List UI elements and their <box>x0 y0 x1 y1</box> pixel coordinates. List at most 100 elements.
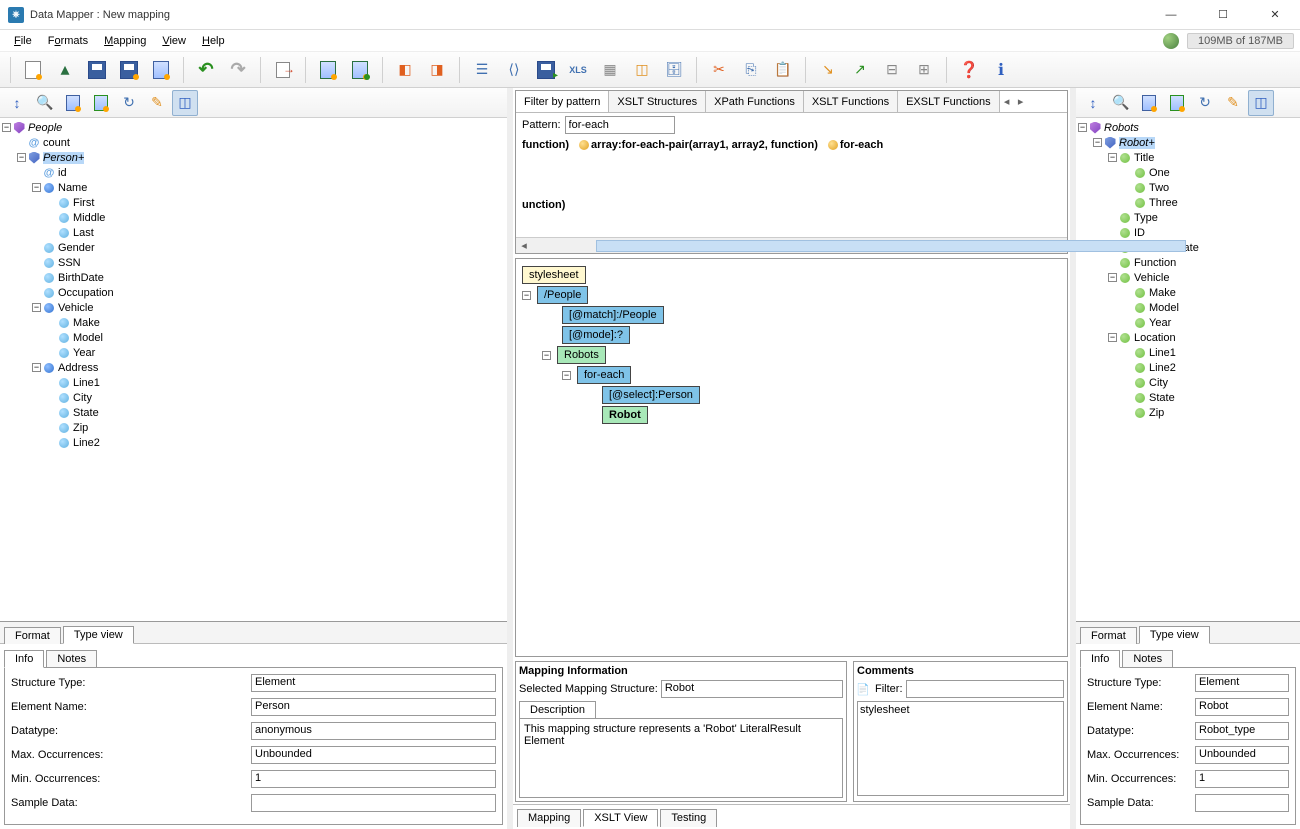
tab-filter-pattern[interactable]: Filter by pattern <box>516 91 609 112</box>
map-people[interactable]: /People <box>537 286 588 304</box>
map-foreach[interactable]: for-each <box>577 366 631 384</box>
new-doc-button[interactable] <box>19 56 47 84</box>
help-button[interactable]: ❓ <box>955 56 983 84</box>
tree-person[interactable]: Person+ <box>43 152 84 164</box>
link2-button[interactable]: ↗ <box>846 56 874 84</box>
target-bottom-tabs: Format Type view <box>1076 621 1300 643</box>
src-edit-button[interactable]: ✎ <box>144 90 170 116</box>
tab-xslt-structures[interactable]: XSLT Structures <box>609 91 706 112</box>
src-doc-button[interactable] <box>60 90 86 116</box>
save-run-button[interactable]: ▸ <box>532 56 560 84</box>
cut-button[interactable]: ✂ <box>705 56 733 84</box>
src-refresh-button[interactable]: ↻ <box>116 90 142 116</box>
map-stylesheet[interactable]: stylesheet <box>522 266 586 284</box>
expand-button[interactable]: ⊞ <box>910 56 938 84</box>
filter-tabs: Filter by pattern XSLT Structures XPath … <box>516 91 1067 113</box>
map-robots[interactable]: Robots <box>557 346 606 364</box>
tab-xslt-functions[interactable]: XSLT Functions <box>804 91 898 112</box>
grid-button[interactable]: ▦ <box>596 56 624 84</box>
tab-info[interactable]: Info <box>4 650 44 668</box>
redo-button[interactable]: ↷ <box>224 56 252 84</box>
link1-button[interactable]: ↘ <box>814 56 842 84</box>
tab-description[interactable]: Description <box>519 701 596 718</box>
minimize-button[interactable]: — <box>1154 4 1188 26</box>
source-panel: ↕ 🔍 ↻ ✎ ◫ −People @count −Person+ @id −N… <box>0 88 513 829</box>
database-button[interactable]: 🗄 <box>660 56 688 84</box>
src-doc2-button[interactable] <box>88 90 114 116</box>
doc-action2-button[interactable] <box>346 56 374 84</box>
h-scrollbar[interactable]: ◂ ▸ <box>516 237 1067 253</box>
save-all-button[interactable] <box>147 56 175 84</box>
collapse-button[interactable]: ⊟ <box>878 56 906 84</box>
open-button[interactable]: ▴ <box>51 56 79 84</box>
tab-notes[interactable]: Notes <box>1122 650 1173 668</box>
menu-formats[interactable]: Formats <box>40 33 96 49</box>
comments-panel: Comments 📄Filter: stylesheet <box>853 661 1068 802</box>
func-item[interactable]: array:for-each-pair(array1, array2, func… <box>579 139 818 151</box>
menu-bar: File Formats Mapping View Help 109MB of … <box>0 30 1300 52</box>
tgt-doc2-button[interactable] <box>1164 90 1190 116</box>
tgt-expand-button[interactable]: ↕ <box>1080 90 1106 116</box>
save-button[interactable] <box>83 56 111 84</box>
menu-file[interactable]: File <box>6 33 40 49</box>
save-as-button[interactable] <box>115 56 143 84</box>
map-mode[interactable]: [@mode]:? <box>562 326 630 344</box>
map-match[interactable]: [@match]:/People <box>562 306 664 324</box>
tgt-refresh-button[interactable]: ↻ <box>1192 90 1218 116</box>
menu-help[interactable]: Help <box>194 33 233 49</box>
map-select[interactable]: [@select]:Person <box>602 386 700 404</box>
copy-button[interactable]: ⎘ <box>737 56 765 84</box>
target-tree[interactable]: −Robots −Robot+ −Title One Two Three Typ… <box>1076 118 1300 621</box>
tab-notes[interactable]: Notes <box>46 650 97 668</box>
comments-list[interactable]: stylesheet <box>857 701 1064 796</box>
close-button[interactable]: ✕ <box>1258 4 1292 26</box>
maximize-button[interactable]: ☐ <box>1206 4 1240 26</box>
tab-testing[interactable]: Testing <box>660 809 717 827</box>
tab-typeview[interactable]: Type view <box>1139 626 1210 644</box>
tab-exslt-functions[interactable]: EXSLT Functions <box>898 91 1000 112</box>
tgt-find-button[interactable]: 🔍 <box>1108 90 1134 116</box>
code-button[interactable]: ⟨⟩ <box>500 56 528 84</box>
xls-button[interactable]: XLS <box>564 56 592 84</box>
tgt-edit-button[interactable]: ✎ <box>1220 90 1246 116</box>
toggle2-button[interactable]: ◨ <box>423 56 451 84</box>
tab-typeview[interactable]: Type view <box>63 626 134 644</box>
func-item[interactable]: for-each <box>828 139 883 151</box>
tgt-mode-button[interactable]: ◫ <box>1248 90 1274 116</box>
globe-icon[interactable] <box>1163 33 1179 49</box>
tgt-doc-button[interactable] <box>1136 90 1162 116</box>
exit-button[interactable] <box>269 56 297 84</box>
pattern-input[interactable] <box>565 116 675 134</box>
compare-button[interactable]: ◫ <box>628 56 656 84</box>
about-button[interactable]: ℹ <box>987 56 1015 84</box>
tabs-scroll-right[interactable]: ▸ <box>1014 95 1028 108</box>
list-button[interactable]: ☰ <box>468 56 496 84</box>
undo-button[interactable]: ↶ <box>192 56 220 84</box>
tab-format[interactable]: Format <box>1080 627 1137 644</box>
tab-info[interactable]: Info <box>1080 650 1120 668</box>
mapping-canvas[interactable]: stylesheet −/People [@match]:/People [@m… <box>515 258 1068 657</box>
src-expand-button[interactable]: ↕ <box>4 90 30 116</box>
menu-view[interactable]: View <box>154 33 194 49</box>
source-tree[interactable]: −People @count −Person+ @id −Name First … <box>0 118 507 621</box>
toggle1-button[interactable]: ◧ <box>391 56 419 84</box>
func-item[interactable]: unction) <box>522 199 565 211</box>
tree-count[interactable]: count <box>43 137 70 149</box>
src-find-button[interactable]: 🔍 <box>32 90 58 116</box>
menu-mapping[interactable]: Mapping <box>96 33 154 49</box>
tab-xslt-view[interactable]: XSLT View <box>583 809 658 827</box>
doc-action1-button[interactable] <box>314 56 342 84</box>
comments-filter-input[interactable] <box>906 680 1065 698</box>
function-list: function) array:for-each-pair(array1, ar… <box>516 137 1067 237</box>
paste-button[interactable]: 📋 <box>769 56 797 84</box>
tab-mapping[interactable]: Mapping <box>517 809 581 827</box>
map-robot[interactable]: Robot <box>602 406 648 424</box>
app-icon: ⎈ <box>8 7 24 23</box>
tab-format[interactable]: Format <box>4 627 61 644</box>
func-item[interactable]: function) <box>522 139 569 151</box>
tab-xpath-functions[interactable]: XPath Functions <box>706 91 804 112</box>
tabs-scroll-left[interactable]: ◂ <box>1000 95 1014 108</box>
exp-icon[interactable]: − <box>2 123 11 132</box>
tree-root[interactable]: People <box>28 122 62 134</box>
src-mode-button[interactable]: ◫ <box>172 90 198 116</box>
